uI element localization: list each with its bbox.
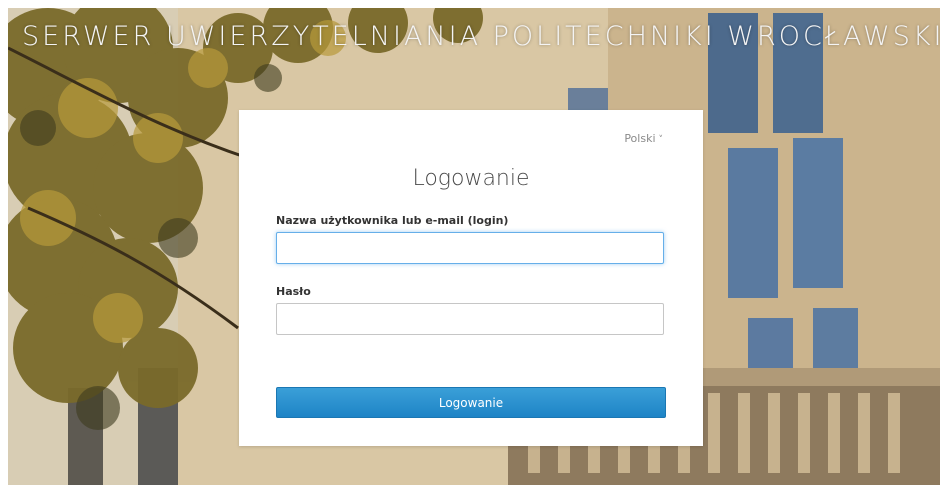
language-label: Polski	[624, 132, 656, 145]
login-heading: Logowanie	[412, 166, 530, 191]
login-button[interactable]: Logowanie	[276, 387, 666, 418]
password-input[interactable]	[276, 303, 664, 335]
chevron-down-icon: ˅	[658, 135, 664, 145]
username-label: Nazwa użytkownika lub e-mail (login)	[276, 214, 509, 227]
login-card: Polski ˅ Logowanie Nazwa użytkownika lub …	[239, 110, 703, 446]
username-input[interactable]	[276, 232, 664, 264]
password-label: Hasło	[276, 285, 311, 298]
site-title: SERWER UWIERZYTELNIANIA POLITECHNIKI WRO…	[22, 21, 940, 52]
language-selector[interactable]: Polski ˅	[624, 132, 663, 145]
